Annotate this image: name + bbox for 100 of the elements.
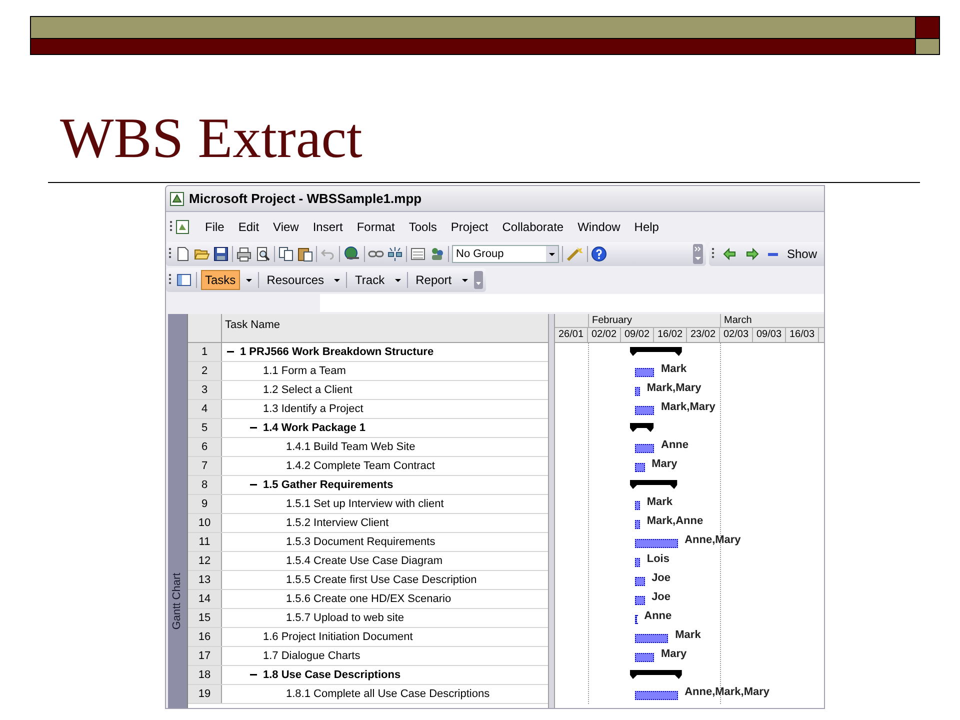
group-dropdown[interactable]: No Group — [452, 245, 559, 263]
task-name: 1.4.1 Build Team Web Site — [286, 440, 416, 455]
grip-icon — [712, 247, 715, 261]
guide-tab[interactable]: Report — [412, 270, 456, 290]
globe-icon[interactable] — [343, 246, 361, 262]
menu-item[interactable]: Help — [628, 218, 665, 236]
task-name: 1.4 Work Package 1 — [263, 420, 366, 436]
wand-icon[interactable] — [566, 246, 584, 262]
task-name: 1.5.3 Document Requirements — [286, 534, 436, 550]
paste-icon[interactable] — [297, 246, 313, 262]
resource-label: Mark — [675, 629, 701, 642]
show-button[interactable]: Show — [787, 245, 818, 263]
summary-bar[interactable] — [630, 670, 682, 679]
task-name: 1.8 Use Case Descriptions — [263, 668, 401, 683]
row-number[interactable]: 12 — [188, 552, 222, 570]
resource-label: Mary — [652, 458, 678, 471]
row-number[interactable]: 7 — [188, 457, 222, 475]
menu-item[interactable]: Insert — [306, 218, 349, 236]
row-number[interactable]: 6 — [188, 438, 222, 456]
guide-tab[interactable]: Track — [351, 270, 389, 290]
task-name: 1.5.2 Interview Client — [286, 516, 389, 531]
week-header: 16/03 — [789, 328, 815, 342]
row-number[interactable]: 13 — [188, 571, 222, 589]
menu-item[interactable]: Format — [350, 218, 401, 236]
task-name: 1.5.5 Create first Use Case Description — [286, 572, 477, 588]
guide-pane-icon[interactable] — [176, 272, 192, 288]
guide-tab[interactable]: Resources — [262, 270, 328, 290]
summary-bar[interactable] — [630, 423, 654, 432]
week-header: 23/02 — [690, 328, 716, 342]
week-header: 16/02 — [657, 328, 683, 342]
help-icon[interactable] — [591, 246, 607, 262]
copy-icon[interactable] — [278, 246, 294, 262]
menu-item[interactable]: File — [199, 218, 230, 236]
row-number[interactable]: 18 — [188, 666, 222, 684]
row-number[interactable]: 9 — [188, 495, 222, 513]
menu-item[interactable]: Collaborate — [496, 218, 570, 236]
week-header: 26/01 — [558, 328, 584, 342]
menu-item[interactable]: Window — [572, 218, 626, 236]
slide-title: WBS Extract — [60, 106, 362, 172]
task-name: 1.6 Project Initiation Document — [263, 630, 413, 645]
row-number[interactable]: 15 — [188, 609, 222, 627]
task-name: 1.8.1 Complete all Use Case Descriptions — [286, 686, 490, 702]
task-name: 1.3 Identify a Project — [263, 402, 364, 417]
document-icon[interactable] — [175, 219, 191, 235]
task-list-icon[interactable] — [410, 246, 426, 262]
row-number[interactable]: 4 — [188, 400, 222, 418]
menu-item[interactable]: Tools — [402, 218, 443, 236]
task-name: 1.7 Dialogue Charts — [263, 648, 360, 664]
resource-label: Anne,Mark,Mary — [684, 686, 770, 699]
resource-label: Mark — [646, 496, 673, 509]
row-number[interactable]: 17 — [188, 647, 222, 665]
resource-label: Joe — [652, 572, 671, 585]
menu-item[interactable]: Edit — [232, 218, 266, 236]
task-name: 1.5.4 Create Use Case Diagram — [286, 554, 443, 569]
task-name: 1.1 Form a Team — [263, 364, 346, 379]
summary-bar[interactable] — [630, 480, 678, 489]
guide-tab[interactable]: Tasks — [201, 270, 240, 290]
row-number[interactable]: 19 — [188, 685, 222, 703]
row-number[interactable]: 16 — [188, 628, 222, 646]
summary-bar[interactable] — [630, 347, 682, 356]
task-name: 1 PRJ566 Work Breakdown Structure — [240, 344, 434, 360]
save-icon[interactable] — [213, 246, 229, 262]
grip-icon — [169, 273, 172, 287]
week-header: 02/02 — [591, 328, 617, 342]
row-number[interactable]: 1 — [188, 343, 222, 361]
resource-label: Mark — [661, 363, 687, 376]
print-preview-icon[interactable] — [255, 246, 271, 262]
week-header: 09/02 — [624, 328, 650, 342]
entry-field[interactable] — [320, 294, 824, 312]
task-bar[interactable] — [635, 615, 638, 624]
month-header: March — [724, 314, 752, 327]
resource-label: Anne,Mary — [684, 534, 741, 547]
unlink-icon[interactable] — [387, 246, 403, 262]
row-number[interactable]: 5 — [188, 419, 222, 437]
row-number[interactable]: 14 — [188, 590, 222, 608]
task-name: 1.4.2 Complete Team Contract — [286, 458, 435, 474]
view-label: Gantt Chart — [170, 572, 184, 630]
menu-item[interactable]: Project — [444, 218, 494, 236]
row-number[interactable]: 11 — [188, 533, 222, 551]
toolbar-options-icon[interactable] — [693, 244, 703, 264]
row-number[interactable]: 10 — [188, 514, 222, 532]
app-icon — [170, 192, 184, 206]
back-arrow-icon[interactable] — [723, 247, 737, 261]
new-document-icon[interactable] — [175, 246, 191, 262]
resource-label: Anne — [644, 610, 672, 623]
menu-item[interactable]: View — [267, 218, 305, 236]
window-title: Microsoft Project - WBSSample1.mpp — [189, 190, 422, 208]
print-icon[interactable] — [236, 246, 252, 262]
task-name: 1.2 Select a Client — [263, 382, 352, 398]
resource-label: Mark,Anne — [646, 515, 704, 528]
row-number[interactable]: 3 — [188, 381, 222, 399]
grip-icon — [170, 220, 173, 234]
month-header: February — [592, 314, 632, 327]
row-number[interactable]: 8 — [188, 476, 222, 494]
resource-label: Mark,Mary — [661, 401, 716, 414]
task-name: 1.5.1 Set up Interview with client — [286, 496, 444, 512]
row-number[interactable]: 2 — [188, 362, 222, 380]
forward-arrow-icon[interactable] — [745, 247, 759, 261]
resource-label: Mary — [661, 648, 687, 661]
people-icon[interactable] — [429, 246, 445, 262]
